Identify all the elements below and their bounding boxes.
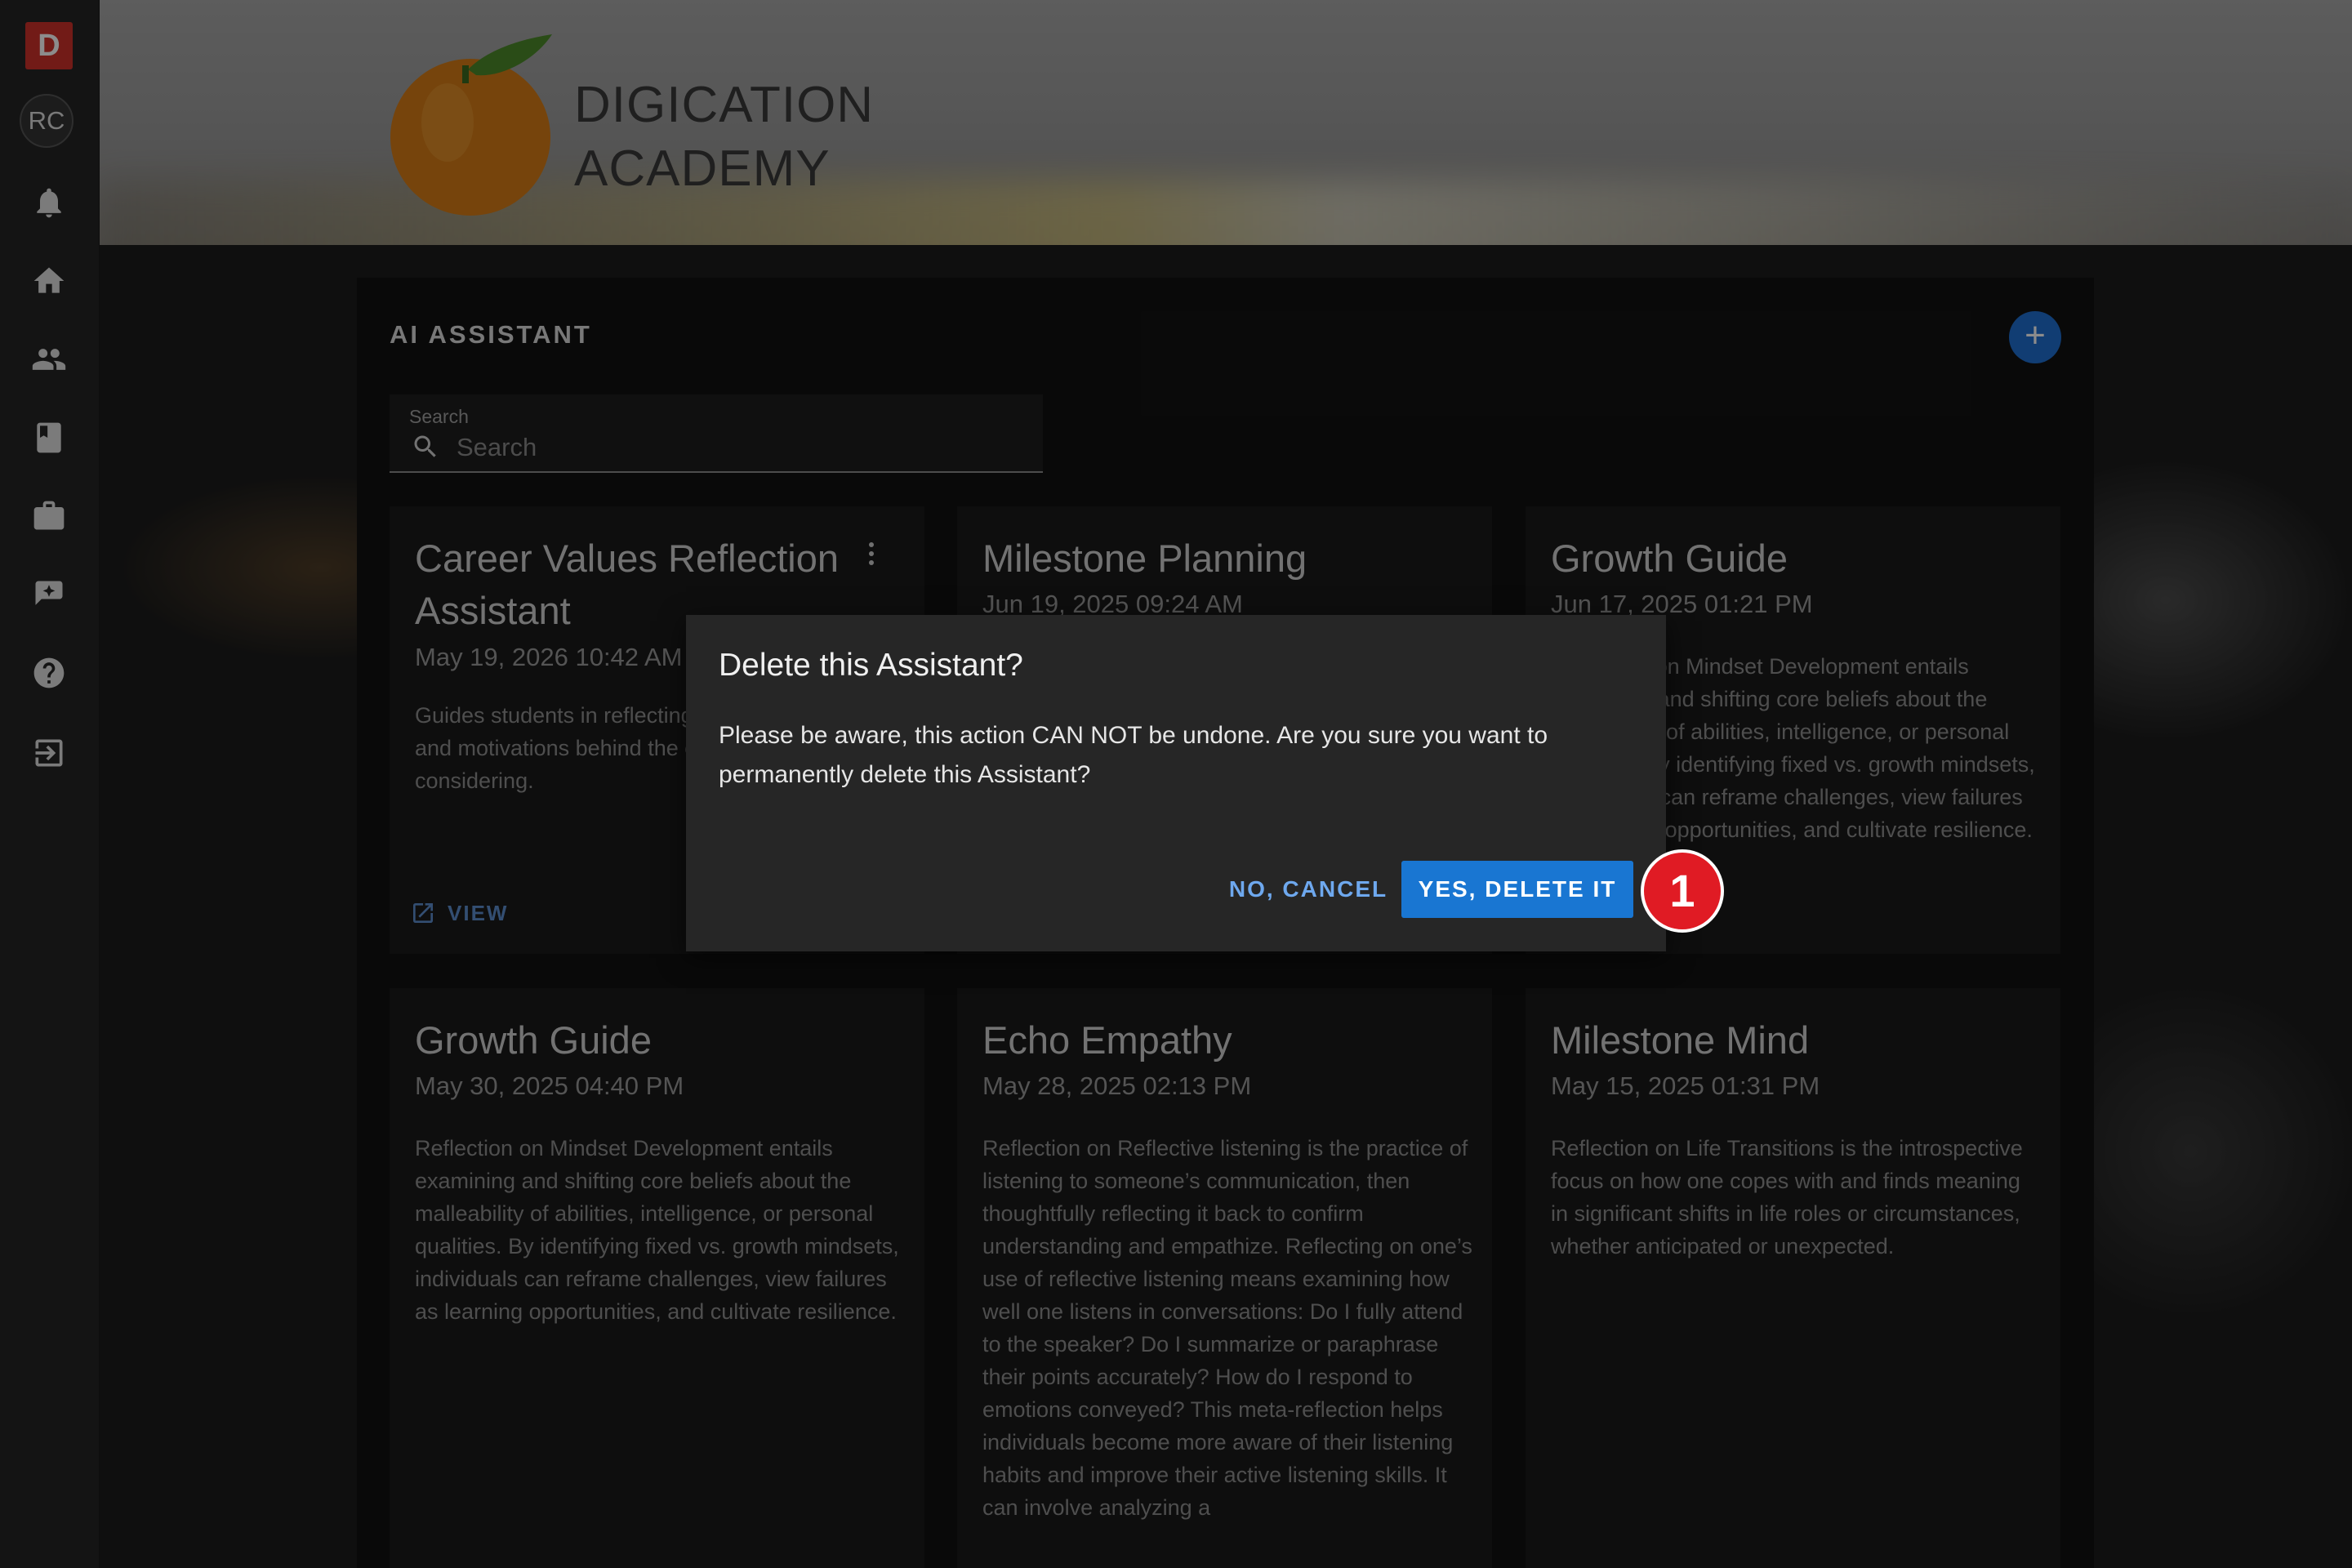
step-marker: 1 — [1641, 849, 1724, 933]
dialog-title: Delete this Assistant? — [719, 648, 1023, 683]
confirm-delete-button[interactable]: YES, DELETE IT — [1401, 861, 1633, 918]
dialog-message: Please be aware, this action CAN NOT be … — [719, 722, 1548, 788]
cancel-button[interactable]: NO, CANCEL — [1222, 861, 1395, 918]
delete-confirm-dialog: Delete this Assistant? Please be aware, … — [686, 615, 1666, 951]
